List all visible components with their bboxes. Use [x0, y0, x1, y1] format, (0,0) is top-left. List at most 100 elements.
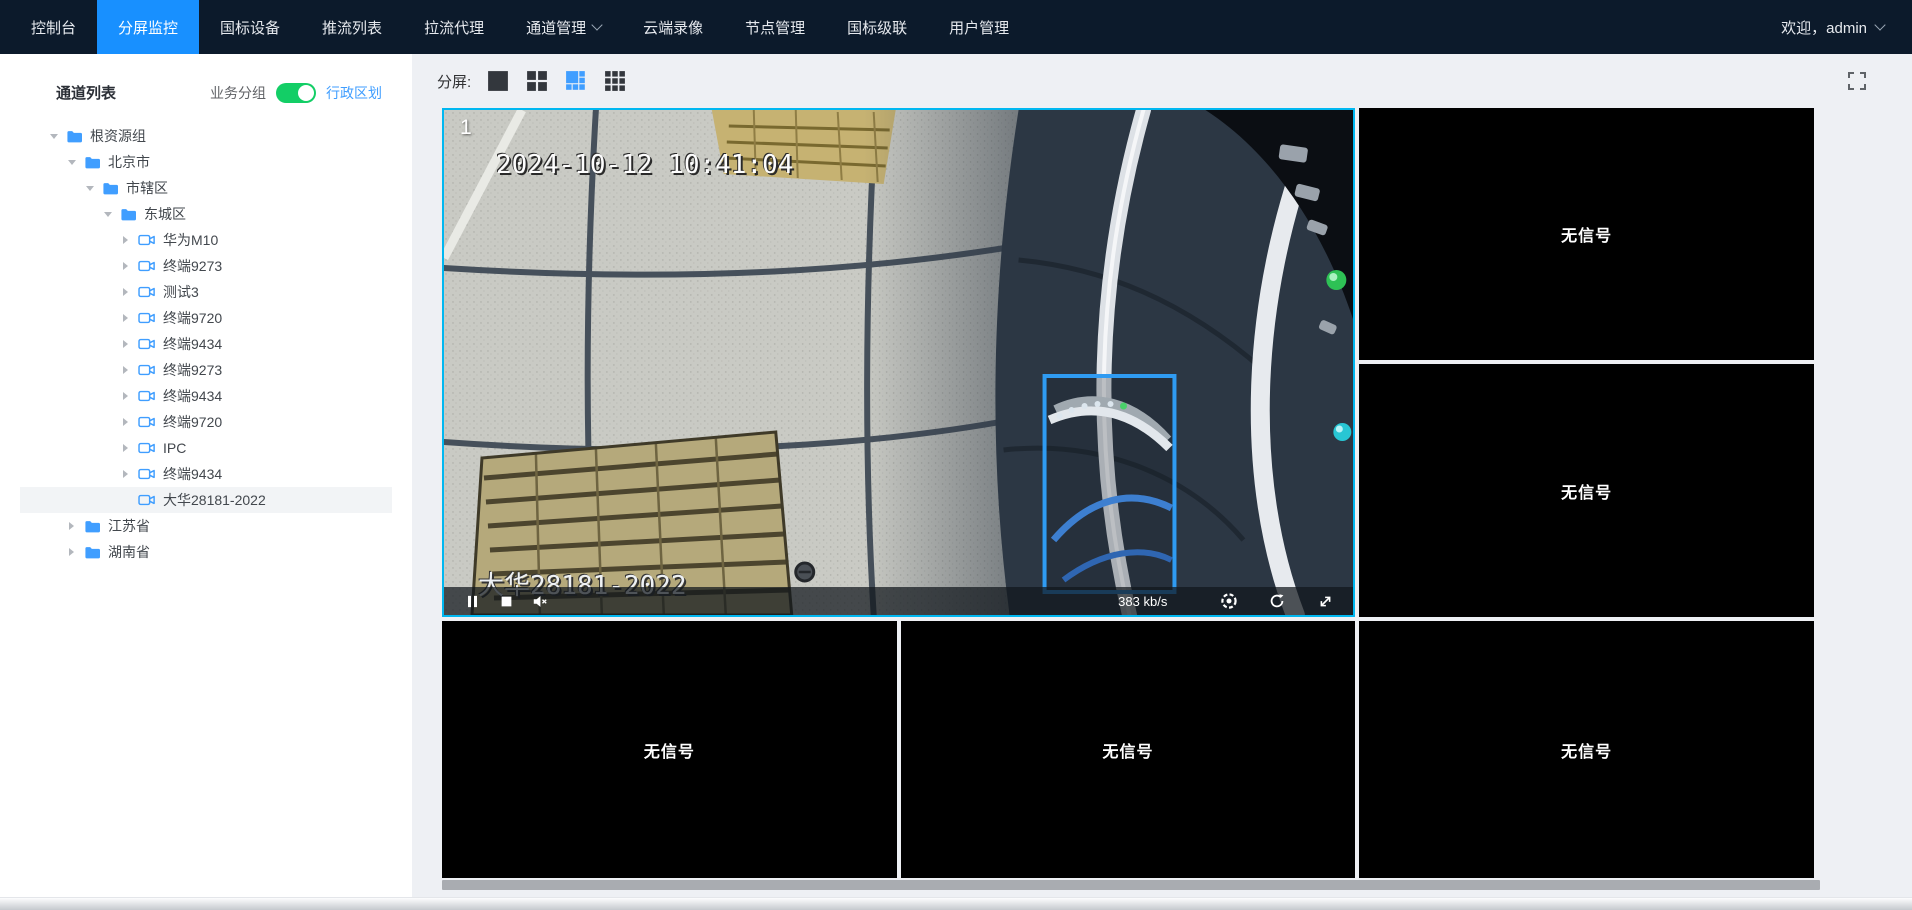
tree-item-camera[interactable]: 测试3 — [20, 279, 392, 305]
pause-button[interactable] — [460, 589, 484, 613]
split-9-button[interactable] — [604, 70, 626, 92]
page-horizontal-scrollbar[interactable] — [0, 897, 1912, 910]
caret-right-icon[interactable] — [120, 339, 131, 350]
app-window: 控制台分屏监控国标设备推流列表拉流代理通道管理云端录像节点管理国标级联用户管理 … — [0, 0, 1912, 910]
nav-item-label: 云端录像 — [643, 17, 703, 38]
horizontal-scrollbar[interactable] — [442, 880, 1820, 890]
nav-item-3[interactable]: 国标设备 — [199, 0, 301, 54]
top-nav: 控制台分屏监控国标设备推流列表拉流代理通道管理云端录像节点管理国标级联用户管理 … — [0, 0, 1912, 54]
caret-right-icon[interactable] — [120, 443, 131, 454]
tree-item-label: 根资源组 — [90, 126, 146, 146]
expand-window-button[interactable] — [1313, 589, 1337, 613]
camera-icon — [138, 285, 156, 299]
tree-item-label: IPC — [163, 440, 186, 456]
shutter-settings-button[interactable] — [1217, 589, 1241, 613]
split-6-button[interactable] — [565, 70, 587, 92]
camera-icon — [138, 467, 156, 481]
channel-sidebar: 通道列表 业务分组 行政区划 根资源组北京市市辖区东城区华为M10终端9273测… — [0, 54, 412, 910]
split-4-button[interactable] — [526, 70, 548, 92]
nav-item-7[interactable]: 云端录像 — [622, 0, 724, 54]
tree-item-label: 测试3 — [163, 282, 199, 302]
video-window-5[interactable]: 无信号 — [901, 621, 1356, 878]
nav-item-2[interactable]: 分屏监控 — [97, 0, 199, 54]
tree-item-label: 东城区 — [144, 204, 186, 224]
folder-icon — [84, 545, 101, 560]
region-label[interactable]: 行政区划 — [326, 83, 382, 103]
sidebar-title: 通道列表 — [56, 82, 116, 103]
tree-item-camera[interactable]: 华为M10 — [20, 227, 392, 253]
camera-icon — [138, 389, 156, 403]
tree-item-label: 湖南省 — [108, 542, 150, 562]
video-window-4[interactable]: 无信号 — [442, 621, 897, 878]
user-menu[interactable]: 欢迎，admin — [1771, 0, 1912, 54]
caret-right-icon[interactable] — [120, 261, 131, 272]
no-signal-label: 无信号 — [1102, 738, 1153, 762]
nav-spacer — [1030, 0, 1771, 54]
tree-item-folder[interactable]: 东城区 — [20, 201, 392, 227]
split-1-button[interactable] — [487, 70, 509, 92]
tree-item-camera[interactable]: 终端9434 — [20, 383, 392, 409]
tree-item-label: 终端9434 — [163, 386, 222, 406]
nav-item-label: 国标设备 — [220, 17, 280, 38]
folder-icon — [102, 181, 119, 196]
tree-item-camera[interactable]: 终端9720 — [20, 305, 392, 331]
folder-icon — [84, 155, 101, 170]
nav-item-5[interactable]: 拉流代理 — [403, 0, 505, 54]
bitrate-text: 383 kb/s — [1118, 594, 1167, 609]
tree-item-camera[interactable]: 大华28181-2022 — [20, 487, 392, 513]
nav-item-6[interactable]: 通道管理 — [505, 0, 622, 54]
nav-item-10[interactable]: 用户管理 — [928, 0, 1030, 54]
caret-right-icon[interactable] — [120, 417, 131, 428]
tree-item-label: 终端9273 — [163, 256, 222, 276]
video-window-2[interactable]: 无信号 — [1359, 108, 1814, 360]
caret-right-icon[interactable] — [120, 391, 131, 402]
caret-right-icon[interactable] — [120, 469, 131, 480]
stop-button[interactable] — [494, 589, 518, 613]
caret-down-icon[interactable] — [84, 183, 95, 194]
camera-icon — [138, 311, 156, 325]
caret-down-icon[interactable] — [102, 209, 113, 220]
mute-button[interactable] — [528, 589, 552, 613]
caret-right-icon[interactable] — [66, 547, 77, 558]
welcome-text: 欢迎，admin — [1781, 17, 1867, 38]
channel-tree: 根资源组北京市市辖区东城区华为M10终端9273测试3终端9720终端9434终… — [20, 123, 392, 565]
nav-item-9[interactable]: 国标级联 — [826, 0, 928, 54]
nav-item-4[interactable]: 推流列表 — [301, 0, 403, 54]
caret-right-icon[interactable] — [120, 365, 131, 376]
grid-wrap: 1 2024-10-12 10:41:04 大华28181-2022 — [442, 108, 1814, 890]
tree-item-label: 终端9720 — [163, 308, 222, 328]
nav-item-label: 分屏监控 — [118, 17, 178, 38]
tree-item-folder[interactable]: 湖南省 — [20, 539, 392, 565]
tree-item-folder[interactable]: 根资源组 — [20, 123, 392, 149]
tree-item-camera[interactable]: IPC — [20, 435, 392, 461]
caret-right-icon[interactable] — [66, 521, 77, 532]
tree-item-camera[interactable]: 终端9273 — [20, 253, 392, 279]
caret-down-icon[interactable] — [48, 131, 59, 142]
video-window-3[interactable]: 无信号 — [1359, 364, 1814, 617]
caret-placeholder — [120, 495, 131, 506]
nav-item-8[interactable]: 节点管理 — [724, 0, 826, 54]
fullscreen-button[interactable] — [1846, 70, 1868, 92]
group-region-toggle[interactable] — [276, 83, 316, 103]
tree-item-folder[interactable]: 市辖区 — [20, 175, 392, 201]
tree-item-camera[interactable]: 终端9434 — [20, 331, 392, 357]
refresh-button[interactable] — [1265, 589, 1289, 613]
camera-icon — [138, 441, 156, 455]
caret-down-icon[interactable] — [66, 157, 77, 168]
tree-item-folder[interactable]: 北京市 — [20, 149, 392, 175]
caret-right-icon[interactable] — [120, 313, 131, 324]
chevron-down-icon — [591, 19, 602, 30]
folder-icon — [84, 519, 101, 534]
tree-item-folder[interactable]: 江苏省 — [20, 513, 392, 539]
tree-item-label: 江苏省 — [108, 516, 150, 536]
caret-right-icon[interactable] — [120, 287, 131, 298]
tree-item-camera[interactable]: 终端9273 — [20, 357, 392, 383]
caret-right-icon[interactable] — [120, 235, 131, 246]
video-window-1[interactable]: 1 2024-10-12 10:41:04 大华28181-2022 — [442, 108, 1355, 617]
tree-item-camera[interactable]: 终端9434 — [20, 461, 392, 487]
tree-item-camera[interactable]: 终端9720 — [20, 409, 392, 435]
nav-item-1[interactable]: 控制台 — [10, 0, 97, 54]
tree-item-label: 终端9434 — [163, 464, 222, 484]
video-window-6[interactable]: 无信号 — [1359, 621, 1814, 878]
tree-item-label: 北京市 — [108, 152, 150, 172]
